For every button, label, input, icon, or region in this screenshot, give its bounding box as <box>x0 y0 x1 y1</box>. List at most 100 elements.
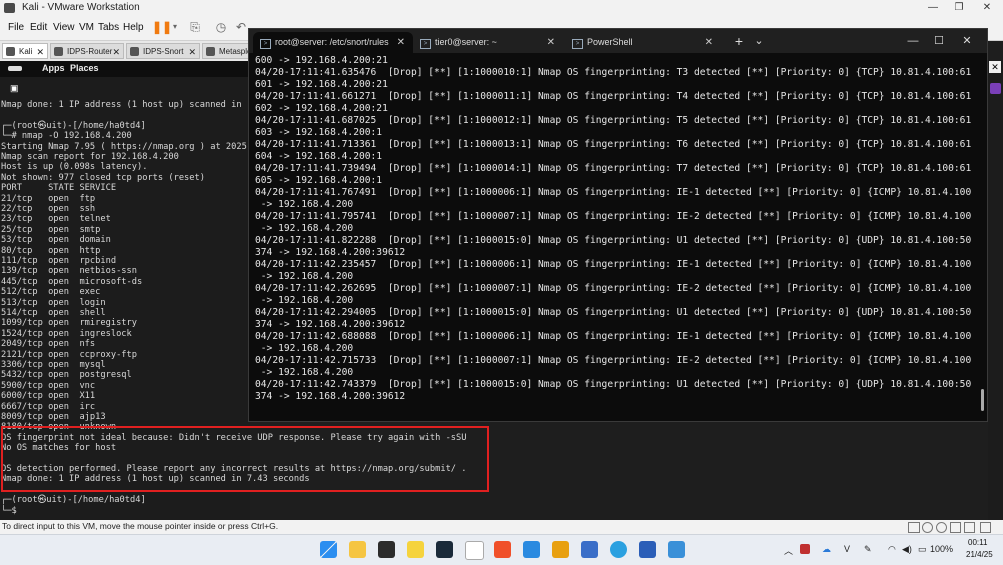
windows-start-icon[interactable] <box>320 541 337 558</box>
terminal-icon[interactable] <box>378 541 395 558</box>
photos-icon[interactable] <box>668 541 685 558</box>
close-icon[interactable]: ✕ <box>547 32 555 53</box>
tab-label: PowerShell <box>587 37 633 47</box>
alert-line: 374 -> 192.168.4.200:39612 <box>255 319 406 330</box>
terminal-line: 1099/tcp open rmiregistry <box>1 318 137 329</box>
tab-idps-router[interactable]: IDPS-Router ✕ <box>50 43 124 59</box>
places-menu[interactable]: Places <box>70 63 99 73</box>
console-icon: > <box>260 39 271 49</box>
maximize-icon[interactable]: ❐ <box>948 1 970 15</box>
device-icon[interactable] <box>936 522 947 533</box>
revert-icon[interactable]: ↶ <box>234 20 248 34</box>
terminal-line: 2121/tcp open ccproxy-ftp <box>1 349 137 360</box>
terminal-line: 513/tcp open login <box>1 297 106 308</box>
pen-icon[interactable]: ✎ <box>864 544 872 555</box>
close-icon[interactable]: ✕ <box>112 44 120 58</box>
alert-line: 04/20-17:11:41.822288 [Drop] [**] [1:100… <box>255 235 972 246</box>
desktop-background: ✕ <box>988 61 1003 520</box>
device-icon[interactable] <box>922 522 933 533</box>
alert-line: 04/20-17:11:42.688088 [Drop] [**] [1:100… <box>255 331 972 342</box>
tab-idps-snort[interactable]: IDPS-Snort ✕ <box>126 43 200 59</box>
device-icon[interactable] <box>980 522 991 533</box>
speaker-icon[interactable]: ◀) <box>902 544 912 555</box>
pause-icon[interactable]: ❚❚ <box>152 20 172 34</box>
app-icon[interactable] <box>465 541 484 560</box>
cloud-icon[interactable]: ☁ <box>822 544 831 555</box>
windows-terminal[interactable]: > root@server: /etc/snort/rules ✕ > tier… <box>248 28 988 422</box>
highlight-box <box>1 426 489 492</box>
terminal-line: 512/tcp open exec <box>1 287 101 298</box>
chevron-down-icon[interactable]: ▾ <box>168 20 182 34</box>
device-icon[interactable] <box>964 522 975 533</box>
menu-file[interactable]: File <box>8 22 24 33</box>
alert-line: 04/20-17:11:42.262695 [Drop] [**] [1:100… <box>255 283 972 294</box>
chevron-up-icon[interactable]: ︿ <box>784 544 793 557</box>
menu-edit[interactable]: Edit <box>30 22 47 33</box>
alert-line: -> 192.168.4.200 <box>255 295 354 306</box>
vm-tab-bar: Kali ✕ IDPS-Router ✕ IDPS-Snort ✕ Metasp… <box>0 41 250 61</box>
send-keys-icon[interactable]: ⎘ <box>188 20 202 34</box>
menu-tabs[interactable]: Tabs <box>98 22 119 33</box>
sticky-notes-icon[interactable] <box>407 541 424 558</box>
minimize-icon[interactable]: — <box>901 32 925 50</box>
tab-kali[interactable]: Kali ✕ <box>2 43 48 59</box>
terminal-line: 2049/tcp open nfs <box>1 339 96 350</box>
snapshot-icon[interactable]: ◷ <box>214 20 228 34</box>
window-title: Kali - VMware Workstation <box>22 2 140 13</box>
terminal-line: 5900/tcp open vnc <box>1 380 96 391</box>
tab-label: tier0@server: ~ <box>435 37 497 47</box>
terminal-line: PORT STATE SERVICE <box>1 183 117 194</box>
tab-label: IDPS-Snort <box>143 47 184 56</box>
tab-root-server[interactable]: > root@server: /etc/snort/rules ✕ <box>253 32 413 53</box>
close-icon[interactable]: ✕ <box>188 44 196 58</box>
app-tray-icon[interactable]: V <box>844 544 850 554</box>
alert-line: 04/20-17:11:41.713361 [Drop] [**] [1:100… <box>255 139 972 150</box>
alert-line: 602 -> 192.168.4.200:21 <box>255 103 388 114</box>
tab-metasploit[interactable]: Metasploit <box>202 43 250 59</box>
word-icon[interactable] <box>639 541 656 558</box>
terminal-line: 23/tcp open telnet <box>1 214 111 225</box>
alert-line: -> 192.168.4.200 <box>255 199 354 210</box>
close-icon[interactable]: ✕ <box>976 1 998 15</box>
close-icon[interactable]: ✕ <box>705 32 713 53</box>
tab-powershell[interactable]: > PowerShell ✕ <box>565 32 721 53</box>
menu-vm[interactable]: VM <box>79 22 94 33</box>
terminal-line: 53/tcp open domain <box>1 235 111 246</box>
kali-menu-icon[interactable] <box>8 66 22 71</box>
chevron-down-icon[interactable]: ⌄ <box>747 32 771 50</box>
alert-line: -> 192.168.4.200 <box>255 367 354 378</box>
vm-icon <box>130 47 139 56</box>
alert-line: 04/20-17:11:41.795741 [Drop] [**] [1:100… <box>255 211 972 222</box>
alert-line: 04/20-17:11:42.294005 [Drop] [**] [1:100… <box>255 307 972 318</box>
alert-line: 04/20-17:11:41.767491 [Drop] [**] [1:100… <box>255 187 972 198</box>
apps-menu[interactable]: Apps <box>42 63 65 73</box>
vscode-icon[interactable] <box>523 541 540 558</box>
close-icon[interactable]: ✕ <box>397 32 405 53</box>
brave-browser-icon[interactable] <box>494 541 511 558</box>
clock-date[interactable]: 21/4/25 <box>966 550 993 559</box>
terminal-line: ┌─(root㉿uit)-[/home/ha0td4] <box>1 495 146 506</box>
close-icon[interactable]: ✕ <box>36 44 44 58</box>
device-icon[interactable] <box>950 522 961 533</box>
app-icon[interactable] <box>436 541 453 558</box>
terminal-line: ┌─(root㉿uit)-[/home/ha0td4] <box>1 120 146 131</box>
menu-view[interactable]: View <box>53 22 75 33</box>
device-icon[interactable] <box>908 522 920 533</box>
alert-line: -> 192.168.4.200 <box>255 271 354 282</box>
clock-time[interactable]: 00:11 <box>968 538 987 547</box>
menu-help[interactable]: Help <box>123 22 144 33</box>
close-icon[interactable]: ✕ <box>989 61 1001 73</box>
app-icon[interactable] <box>990 83 1001 94</box>
file-explorer-icon[interactable] <box>349 541 366 558</box>
telegram-icon[interactable] <box>610 541 627 558</box>
minimize-icon[interactable]: — <box>922 1 944 15</box>
app-tray-icon[interactable] <box>800 544 810 554</box>
close-icon[interactable]: ✕ <box>955 32 979 50</box>
wifi-icon[interactable]: ◠ <box>888 544 896 555</box>
app-icon[interactable] <box>581 541 598 558</box>
scrollbar[interactable] <box>981 389 984 411</box>
app-icon[interactable] <box>552 541 569 558</box>
maximize-icon[interactable]: ☐ <box>927 32 951 50</box>
terminal-line: Host is up (0.098s latency). <box>1 162 148 173</box>
tab-tier0-server[interactable]: > tier0@server: ~ ✕ <box>413 32 563 53</box>
